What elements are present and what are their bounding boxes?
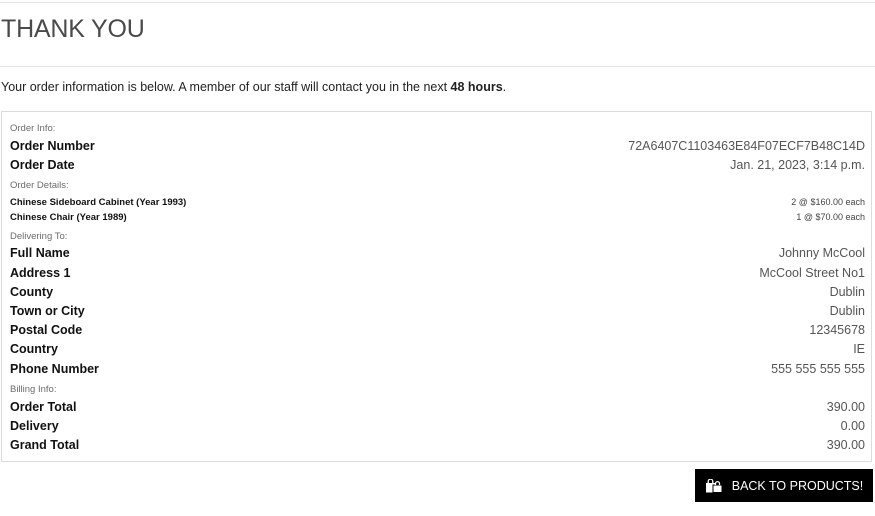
full-name-value: Johnny McCool (778, 246, 865, 260)
county-label: County (10, 285, 54, 299)
delivery-label: Delivery (10, 419, 59, 433)
grand-total-row: Grand Total 390.00 (10, 438, 865, 452)
county-row: County Dublin (10, 285, 865, 299)
postal-code-label: Postal Code (10, 323, 83, 337)
intro-message: Your order information is below. A membe… (1, 80, 506, 94)
county-value: Dublin (829, 285, 865, 299)
top-divider (0, 2, 875, 3)
order-number-row: Order Number 72A6407C1103463E84F07ECF7B4… (10, 139, 865, 153)
town-value: Dublin (829, 304, 865, 318)
order-total-row: Order Total 390.00 (10, 400, 865, 414)
delivering-heading: Delivering To: (10, 231, 68, 242)
billing-heading: Billing Info: (10, 384, 57, 395)
shopping-bags-icon (705, 478, 723, 493)
line-item-name: Chinese Sideboard Cabinet (Year 1993) (10, 197, 187, 208)
delivering-heading-row: Delivering To: (10, 231, 865, 242)
order-total-value: 390.00 (826, 400, 865, 414)
grand-total-value: 390.00 (826, 438, 865, 452)
billing-heading-row: Billing Info: (10, 384, 865, 395)
phone-row: Phone Number 555 555 555 555 (10, 362, 865, 376)
order-date-value: Jan. 21, 2023, 3:14 p.m. (730, 158, 865, 172)
back-to-products-button[interactable]: BACK TO PRODUCTS! (695, 469, 873, 502)
order-number-value: 72A6407C1103463E84F07ECF7B48C14D (628, 139, 865, 153)
order-details-heading-row: Order Details: (10, 180, 865, 191)
order-info-heading: Order Info: (10, 123, 56, 134)
address1-value: McCool Street No1 (759, 266, 865, 280)
order-details-heading: Order Details: (10, 180, 69, 191)
country-row: Country IE (10, 342, 865, 356)
delivery-value: 0.00 (840, 419, 865, 433)
grand-total-label: Grand Total (10, 438, 80, 452)
title-divider (0, 66, 875, 67)
country-label: Country (10, 342, 58, 356)
town-label: Town or City (10, 304, 85, 318)
intro-text: Your order information is below. A membe… (1, 80, 451, 94)
line-item: Chinese Sideboard Cabinet (Year 1993) 2 … (10, 197, 865, 208)
order-summary-panel: Order Info: Order Number 72A6407C1103463… (1, 111, 872, 462)
page-title: THANK YOU (1, 15, 145, 43)
line-item: Chinese Chair (Year 1989) 1 @ $70.00 eac… (10, 212, 865, 223)
intro-suffix: . (502, 80, 507, 94)
address1-label: Address 1 (10, 266, 71, 280)
line-item-qty-price: 1 @ $70.00 each (796, 212, 865, 222)
line-item-name: Chinese Chair (Year 1989) (10, 212, 127, 223)
order-total-label: Order Total (10, 400, 77, 414)
address1-row: Address 1 McCool Street No1 (10, 266, 865, 280)
intro-emphasis: 48 hours (450, 80, 503, 94)
full-name-label: Full Name (10, 246, 70, 260)
postal-code-value: 12345678 (809, 323, 865, 337)
order-number-label: Order Number (10, 139, 95, 153)
order-date-row: Order Date Jan. 21, 2023, 3:14 p.m. (10, 158, 865, 172)
back-to-products-label: BACK TO PRODUCTS! (731, 478, 864, 493)
phone-label: Phone Number (10, 362, 99, 376)
postal-code-row: Postal Code 12345678 (10, 323, 865, 337)
phone-value: 555 555 555 555 (771, 362, 865, 376)
delivery-row: Delivery 0.00 (10, 419, 865, 433)
line-item-qty-price: 2 @ $160.00 each (791, 197, 865, 207)
order-date-label: Order Date (10, 158, 75, 172)
town-row: Town or City Dublin (10, 304, 865, 318)
full-name-row: Full Name Johnny McCool (10, 246, 865, 260)
country-value: IE (853, 342, 865, 356)
order-info-heading-row: Order Info: (10, 123, 865, 134)
